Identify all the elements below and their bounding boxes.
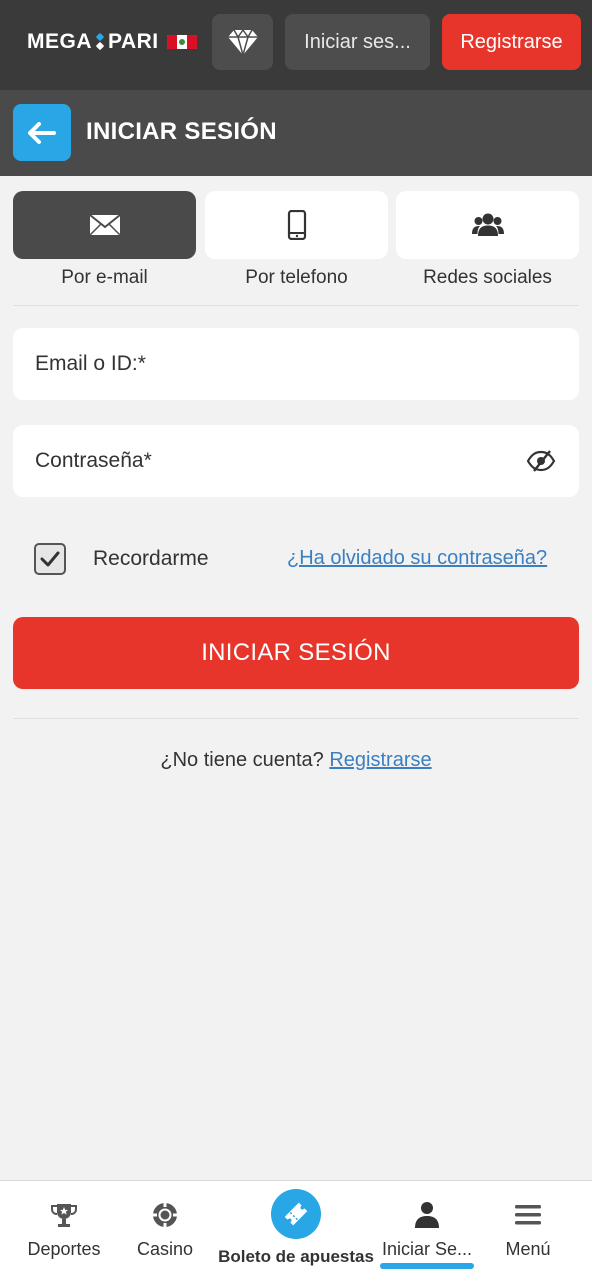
remember-me-checkbox[interactable]: [34, 543, 66, 575]
envelope-icon: [88, 214, 121, 236]
email-input[interactable]: [35, 352, 557, 376]
register-prompt: ¿No tiene cuenta? Registrarse: [0, 749, 592, 772]
bottom-navigation: Deportes Casino Boleto de apuestas Inici…: [0, 1180, 592, 1280]
user-icon: [415, 1202, 439, 1228]
remember-me-label[interactable]: Recordarme: [93, 547, 209, 571]
password-field-container: [13, 425, 579, 497]
login-submit-button[interactable]: INICIAR SESIÓN: [13, 617, 579, 689]
email-field-container: [13, 328, 579, 400]
nav-item-menu[interactable]: Menú: [480, 1181, 576, 1280]
register-prompt-text: ¿No tiene cuenta?: [160, 749, 324, 771]
logo-separator-icon: [95, 32, 105, 52]
title-bar: INICIAR SESIÓN: [0, 90, 592, 176]
peru-flag-icon: [166, 35, 197, 49]
users-icon: [471, 213, 504, 236]
arrow-left-icon: [28, 121, 56, 144]
tab-by-phone[interactable]: [205, 191, 388, 259]
logo-text-pari: PARI: [108, 30, 159, 53]
trophy-icon: [51, 1204, 77, 1227]
nav-label-betslip: Boleto de apuestas: [218, 1247, 374, 1266]
nav-label-sports: Deportes: [27, 1239, 101, 1259]
password-input[interactable]: [35, 449, 526, 473]
nav-label-menu: Menú: [505, 1239, 551, 1259]
register-link[interactable]: Registrarse: [329, 749, 431, 771]
header-register-button[interactable]: Registrarse: [442, 14, 581, 70]
checkmark-icon: [40, 551, 60, 567]
eye-slash-icon: [526, 450, 556, 472]
tab-social-networks[interactable]: [396, 191, 579, 259]
megapari-logo[interactable]: MEGA PARI: [27, 30, 197, 54]
nav-label-login: Iniciar Se...: [381, 1239, 473, 1259]
nav-item-betslip[interactable]: Boleto de apuestas: [212, 1181, 380, 1280]
hamburger-menu-icon: [515, 1205, 541, 1225]
phone-icon: [287, 210, 306, 240]
forgot-password-link[interactable]: ¿Ha olvidado su contraseña?: [287, 547, 547, 570]
top-bar: MEGA PARI Iniciar ses... Registrarse: [0, 0, 592, 90]
tab-label-social: Redes sociales: [423, 267, 552, 288]
toggle-password-visibility-button[interactable]: [525, 446, 557, 476]
vip-diamond-button[interactable]: [212, 14, 273, 70]
tab-label-email: Por e-mail: [61, 267, 148, 288]
back-button[interactable]: [13, 104, 71, 161]
ticket-icon: [284, 1202, 308, 1226]
diamond-icon: [227, 28, 258, 56]
tab-label-phone: Por telefono: [245, 267, 348, 288]
logo-text-mega: MEGA: [27, 30, 92, 53]
section-divider: [13, 718, 579, 719]
page-title: INICIAR SESIÓN: [86, 118, 277, 145]
betslip-circle: [271, 1189, 321, 1239]
nav-item-sports[interactable]: Deportes: [10, 1181, 118, 1280]
header-login-button[interactable]: Iniciar ses...: [285, 14, 430, 70]
casino-chip-icon: [153, 1203, 177, 1227]
active-tab-indicator: [380, 1263, 474, 1269]
section-divider: [13, 305, 579, 306]
tab-by-email[interactable]: [13, 191, 196, 259]
nav-item-casino[interactable]: Casino: [118, 1181, 212, 1280]
nav-label-casino: Casino: [136, 1239, 194, 1259]
